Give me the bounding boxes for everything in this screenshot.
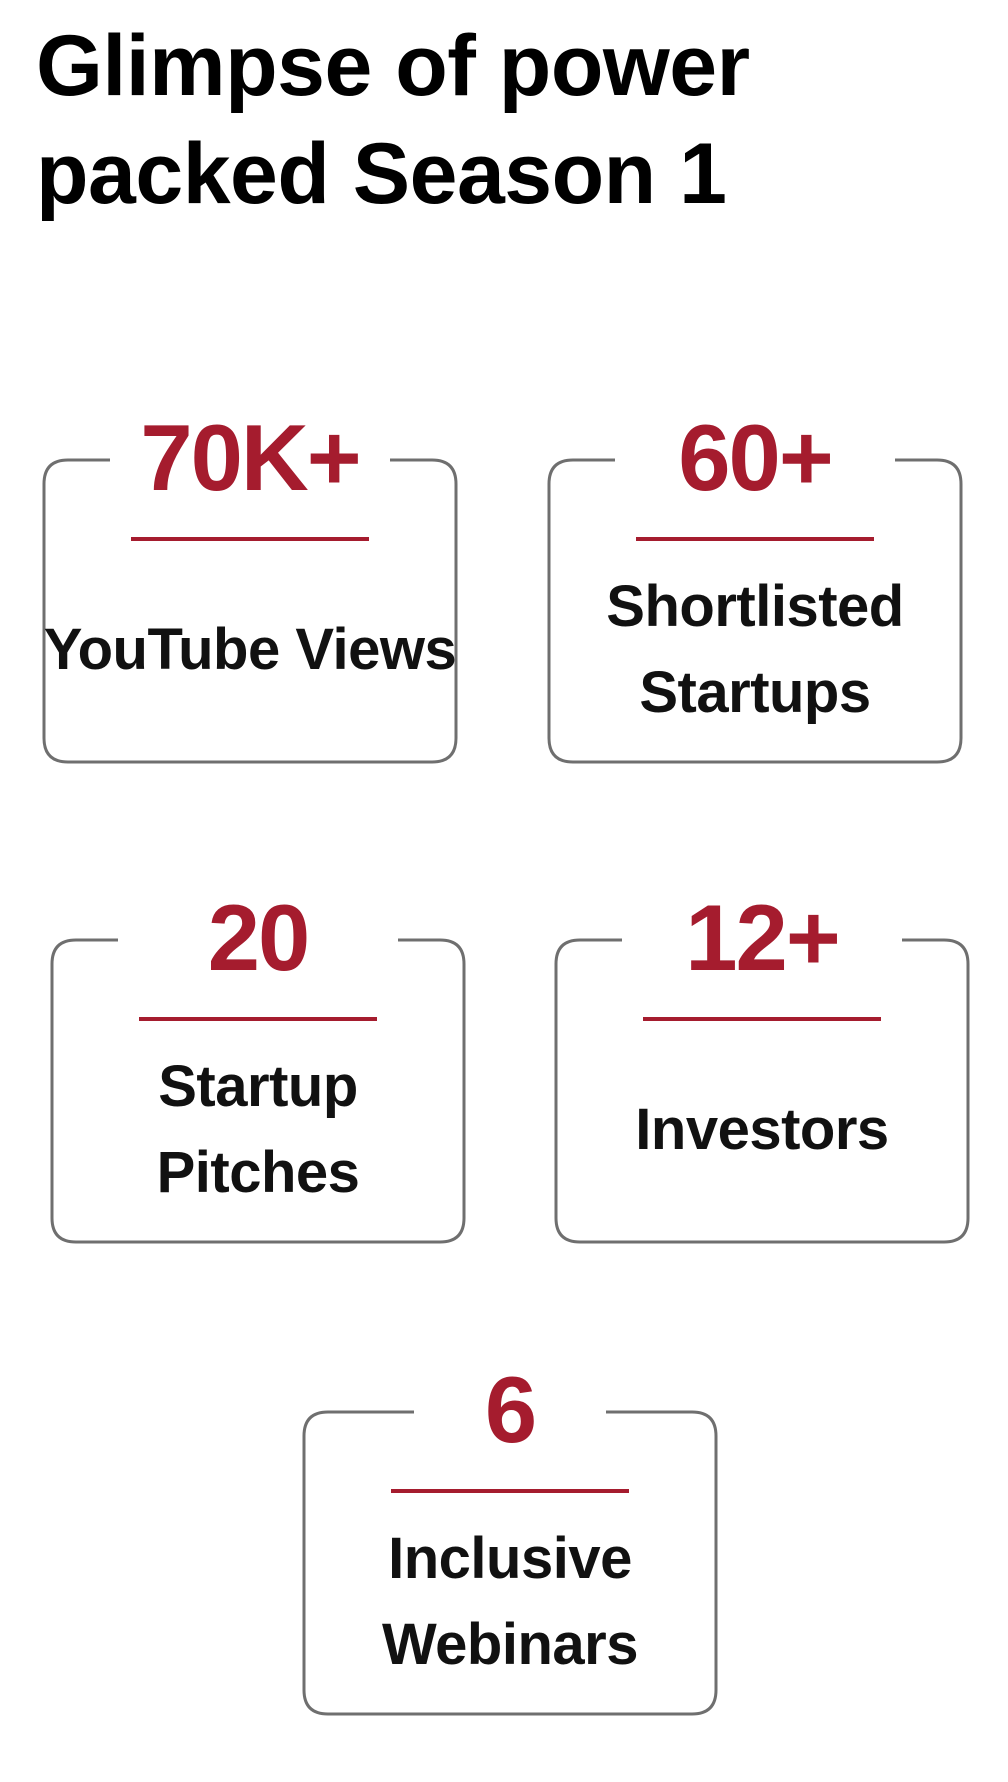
stat-label: Investors [635, 1097, 889, 1162]
stat-label: Startup Pitches [156, 1054, 360, 1205]
stat-divider [643, 1017, 881, 1021]
stat-label: Shortlisted Startups [606, 574, 904, 725]
stat-value: 60+ [678, 405, 833, 510]
stat-divider [636, 537, 874, 541]
stat-card-shortlisted-startups: 60+ Shortlisted Startups [547, 408, 963, 764]
stat-label: YouTube Views [43, 617, 457, 682]
page-title: Glimpse of power packed Season 1 [36, 18, 750, 222]
stat-value: 6 [484, 1357, 537, 1462]
stat-card-startup-pitches: 20 Startup Pitches [50, 888, 466, 1244]
stat-card-investors: 12+ Investors [554, 888, 970, 1244]
stat-card-inclusive-webinars: 6 Inclusive Webinars [302, 1360, 718, 1716]
stat-value: 20 [207, 885, 311, 990]
stat-divider [391, 1489, 629, 1493]
stat-card-youtube-views: 70K+ YouTube Views [42, 408, 458, 764]
stat-divider [131, 537, 369, 541]
stat-value: 70K+ [140, 405, 361, 510]
stat-label: Inclusive Webinars [381, 1526, 639, 1677]
stat-divider [139, 1017, 377, 1021]
stat-value: 12+ [685, 885, 840, 990]
